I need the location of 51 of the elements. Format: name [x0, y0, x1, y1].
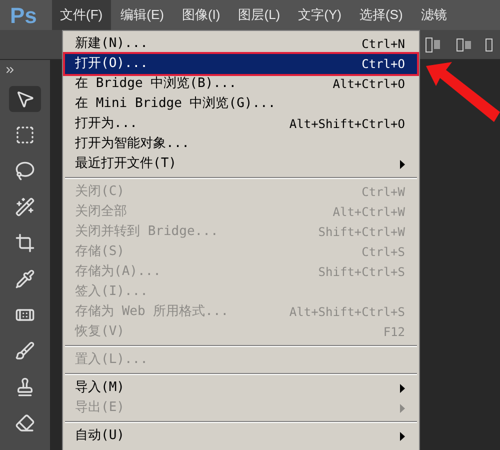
align-icon[interactable]: [454, 36, 474, 52]
menu-item-label: 关闭全部: [75, 203, 127, 222]
app-logo: Ps: [9, 2, 38, 30]
menu-item-label: 在 Bridge 中浏览(B)...: [75, 75, 237, 94]
align-icon[interactable]: [484, 36, 494, 52]
menu-item-label: 关闭并转到 Bridge...: [75, 223, 218, 242]
shortcut-label: Alt+Ctrl+W: [332, 204, 405, 221]
shortcut-label: Ctrl+N: [362, 36, 405, 53]
menu-item-label: 打开为...: [75, 115, 138, 134]
menu-bar-item[interactable]: 图层(L): [230, 0, 288, 30]
shortcut-label: Alt+Shift+Ctrl+O: [289, 116, 405, 133]
menu-item[interactable]: 自动(U): [65, 426, 417, 446]
menu-item-label: 置入(L)...: [75, 351, 148, 370]
menu-item-label: 打开(O)...: [75, 55, 148, 74]
menu-item-label: 在 Mini Bridge 中浏览(G)...: [75, 95, 276, 114]
menu-bar-item[interactable]: 图像(I): [174, 0, 228, 30]
menu-item[interactable]: 在 Mini Bridge 中浏览(G)...: [65, 94, 417, 114]
expand-icon[interactable]: [4, 64, 16, 76]
menu-item-label: 新建(N)...: [75, 35, 148, 54]
menu-item[interactable]: 导入(M): [65, 378, 417, 398]
shortcut-label: Ctrl+W: [362, 184, 405, 201]
shortcut-label: Ctrl+O: [362, 56, 405, 73]
menu-item-label: 存储为 Web 所用格式...: [75, 303, 229, 322]
shortcut-label: Shift+Ctrl+W: [318, 224, 405, 241]
menu-item-label: 自动(U): [75, 427, 124, 446]
shortcut-label: Ctrl+S: [362, 244, 405, 261]
menu-item-label: 导出(E): [75, 399, 124, 418]
shortcut-label: Shift+Ctrl+S: [318, 264, 405, 281]
menu-item[interactable]: 打开为智能对象...: [65, 134, 417, 154]
menu-item-label: 打开为智能对象...: [75, 135, 190, 154]
menu-bar-item[interactable]: 编辑(E): [112, 0, 172, 30]
menu-item-label: 关闭(C): [75, 183, 124, 202]
menu-item[interactable]: 最近打开文件(T): [65, 154, 417, 174]
shortcut-label: Alt+Shift+Ctrl+S: [289, 304, 405, 321]
menu-item-label: 签入(I)...: [75, 283, 148, 302]
menu-bar-item[interactable]: 文件(F): [52, 0, 111, 30]
menu-item[interactable]: 新建(N)... Ctrl+N: [65, 34, 417, 54]
menu-item-label: 存储(S): [75, 243, 124, 262]
menu-bar-item[interactable]: 文字(Y): [290, 0, 350, 30]
menu-item-label: 存储为(A)...: [75, 263, 161, 282]
menu-item[interactable]: 在 Bridge 中浏览(B)... Alt+Ctrl+O: [65, 74, 417, 94]
move-tool-icon[interactable]: [9, 86, 41, 112]
menu-item[interactable]: 打开(O)... Ctrl+O: [65, 54, 417, 74]
menu-item-label: 恢复(V): [75, 323, 124, 342]
shortcut-label: Alt+Ctrl+O: [332, 76, 405, 93]
menu-bar-item[interactable]: 选择(S): [351, 0, 411, 30]
menu-item-label: 导入(M): [75, 379, 124, 398]
shortcut-label: F12: [383, 324, 405, 341]
menu-bar-item[interactable]: 滤镜: [412, 0, 455, 30]
menu-item[interactable]: 打开为... Alt+Shift+Ctrl+O: [65, 114, 417, 134]
menu-item-label: 最近打开文件(T): [75, 155, 176, 174]
